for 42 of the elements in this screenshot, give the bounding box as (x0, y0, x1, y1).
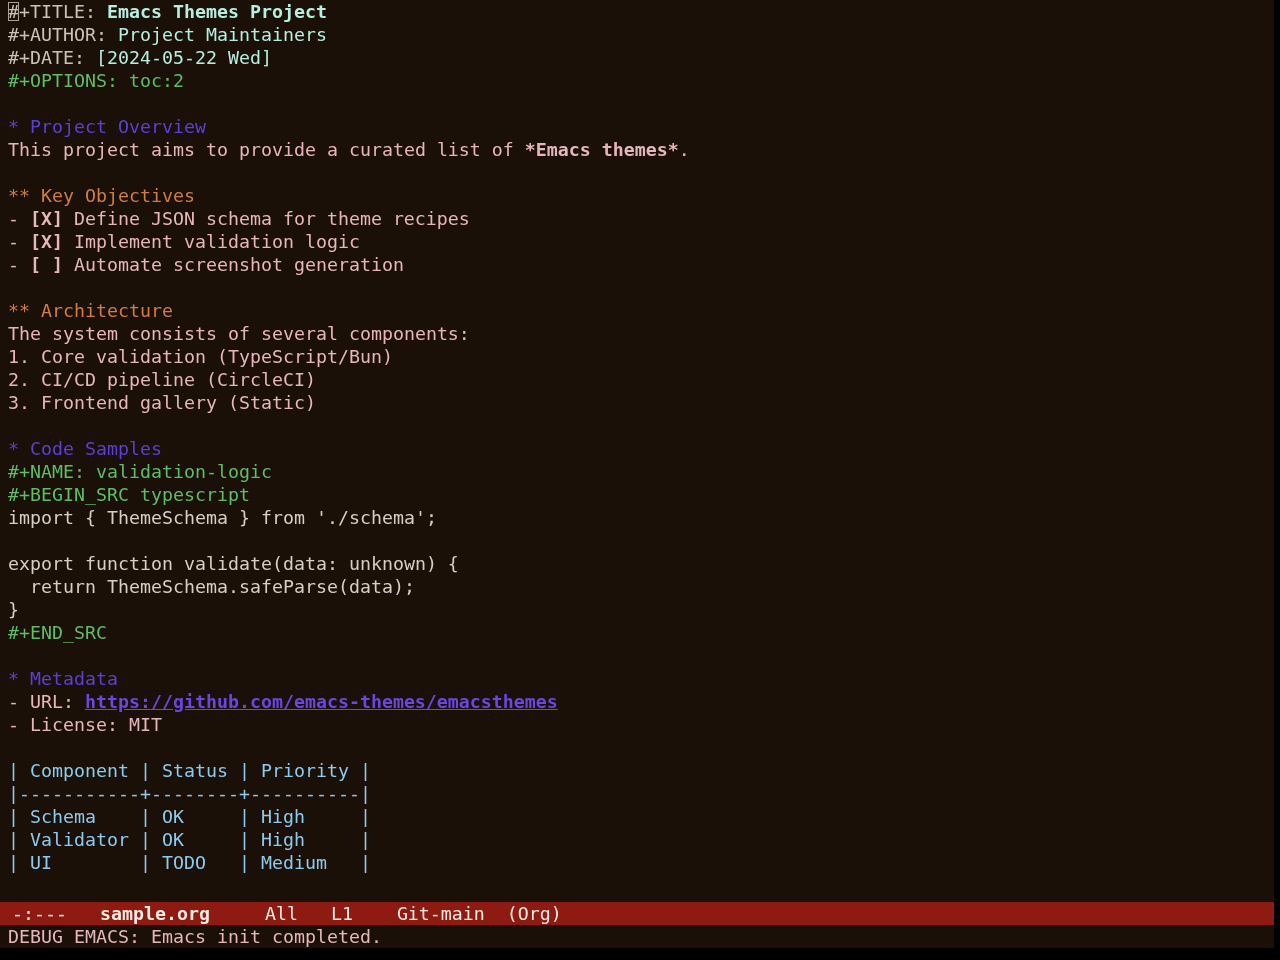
list-item: 2. CI/CD pipeline (CircleCI) (8, 369, 316, 390)
buffer-name: sample.org (99, 902, 210, 925)
block-keyword: #+END_SRC (8, 622, 107, 643)
scroll-position: All (264, 902, 298, 925)
org-keyword: #+AUTHOR: (8, 24, 107, 45)
echo-message: DEBUG EMACS: Emacs init completed. (8, 926, 382, 947)
field-label: - URL: (8, 691, 74, 712)
document-date: [2024-05-22 Wed] (95, 47, 272, 68)
checklist-item: - [ ] Automate screenshot generation (8, 254, 404, 275)
checklist-item: - [X] Define JSON schema for theme recipes (8, 208, 470, 229)
org-keyword: #+DATE: (8, 47, 85, 68)
document-title: Emacs Themes Project (106, 1, 327, 22)
options-value: toc:2 (128, 70, 184, 91)
list-item: 3. Frontend gallery (Static) (8, 392, 316, 413)
org-heading: * Code Samples (8, 438, 162, 459)
paragraph-text: The system consists of several components: (8, 323, 470, 344)
table-row: | Validator | OK | High | (8, 829, 371, 850)
block-keyword: #+NAME: validation-logic (8, 461, 272, 482)
code-line: } (8, 599, 19, 620)
org-subheading: ** Key Objectives (8, 185, 195, 206)
list-item: - License: MIT (8, 714, 162, 735)
org-subheading: ** Architecture (8, 300, 173, 321)
list-item: 1. Core validation (TypeScript/Bun) (8, 346, 393, 367)
modified-status: -:--- (12, 902, 67, 925)
table-row: | Schema | OK | High | (8, 806, 371, 827)
checklist-item: - [X] Implement validation logic (8, 231, 360, 252)
paragraph-text: This project aims to provide a curated list of *Emacs themes*. (8, 139, 690, 160)
code-line: import { ThemeSchema } from './schema'; (8, 507, 437, 528)
org-keyword: #+OPTIONS: (8, 70, 118, 91)
major-mode: (Org) (506, 902, 562, 925)
line-number: L1 (330, 902, 353, 925)
git-branch: Git-main (396, 902, 485, 925)
table-row: | UI | TODO | Medium | (8, 852, 371, 873)
url-link[interactable]: https://github.com/emacs-themes/emacsthemes (84, 691, 558, 712)
table-row: | Component | Status | Priority | (8, 760, 371, 781)
code-line: return ThemeSchema.safeParse(data); (29, 576, 415, 597)
author-name: Project Maintainers (117, 24, 327, 45)
code-line: export function validate(data: unknown) { (8, 553, 459, 574)
table-separator: |-----------+--------+----------| (8, 783, 371, 804)
org-heading: * Metadata (8, 668, 118, 689)
block-keyword: #+BEGIN_SRC typescript (8, 484, 250, 505)
org-heading: * Project Overview (8, 116, 206, 137)
